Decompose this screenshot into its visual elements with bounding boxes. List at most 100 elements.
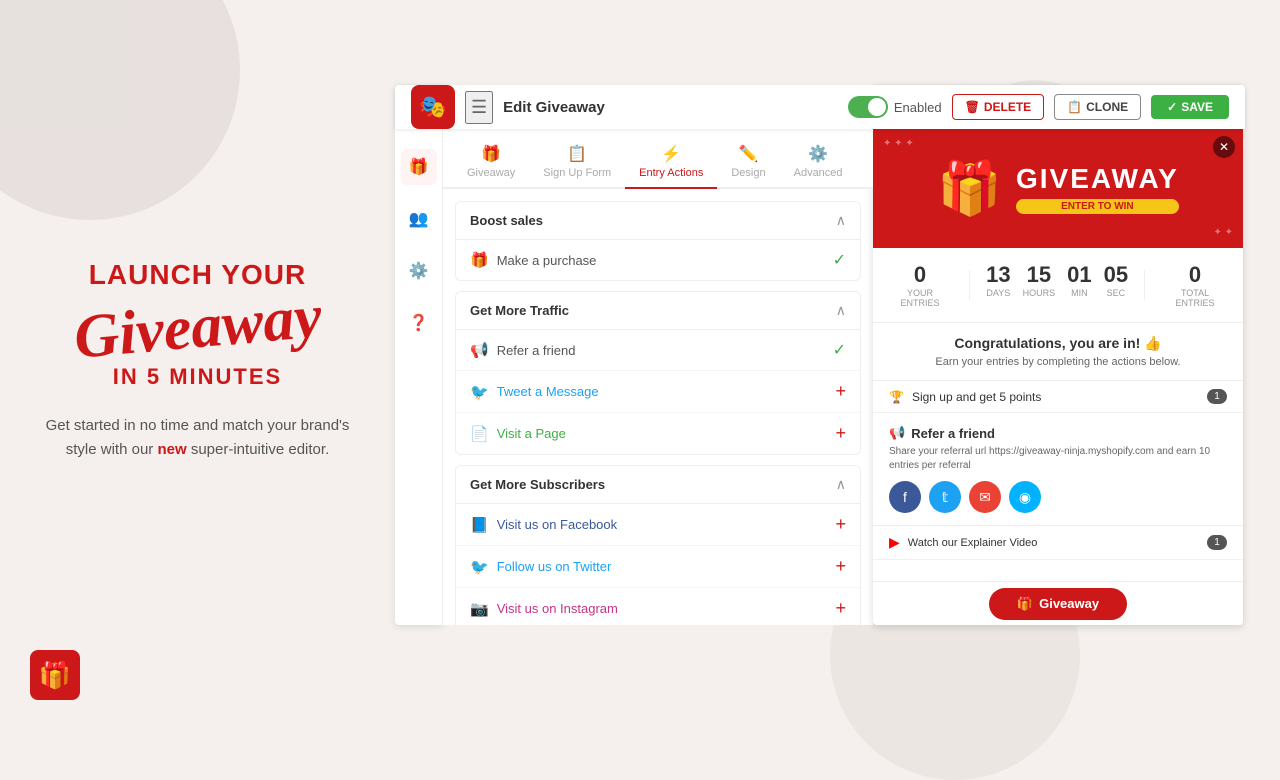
total-entries-num: 0 [1161,262,1229,288]
twitter-follow-icon: 🐦 [470,558,489,576]
copy-icon: 📋 [1067,100,1082,114]
days-label: DAYS [986,288,1010,298]
top-bar-right: Enabled 🗑 DELETE 📋 CLONE ✓ SAVE [848,94,1229,120]
tweet-plus[interactable]: + [835,381,846,402]
total-entries-label: Total entries [1161,288,1229,308]
countdown-row: 0 Your entries 13 DAYS 15 HOURS 01 MIN 0… [873,248,1243,323]
follow-twitter-label: Follow us on Twitter [497,559,612,574]
get-more-traffic-header[interactable]: Get More Traffic ∧ [456,292,860,330]
twitter-plus[interactable]: + [835,556,846,577]
total-entries-item: 0 Total entries [1161,262,1229,308]
list-item: 🎁 Make a purchase ✓ [456,240,860,280]
get-more-subscribers-header[interactable]: Get More Subscribers ∧ [456,466,860,504]
visit-instagram-label: Visit us on Instagram [497,601,618,616]
delete-button[interactable]: 🗑 DELETE [952,94,1045,120]
facebook-icon: 📘 [470,516,489,534]
messenger-share-button[interactable]: ◉ [1009,481,1041,513]
list-item[interactable]: 🐦 Follow us on Twitter + [456,546,860,588]
earn-text: Earn your entries by completing the acti… [889,356,1227,368]
signup-tab-icon: 📋 [567,144,587,164]
sidebar-item-help[interactable]: ❓ [401,305,437,341]
tab-advanced[interactable]: ⚙️ Advanced [780,136,857,187]
days-item: 13 DAYS [986,262,1010,308]
banner-content: 🎁 GIVEAWAY ENTER TO WIN [937,158,1179,219]
help-icon: ❓ [409,313,429,333]
email-share-button[interactable]: ✉ [969,481,1001,513]
tab-signup-form[interactable]: 📋 Sign Up Form [529,136,625,187]
twitter-share-button[interactable]: 𝕥 [929,481,961,513]
divider-2 [1140,262,1149,308]
close-preview-button[interactable]: ✕ [1213,136,1235,158]
sidebar-item-giveaways[interactable]: 🎁 [401,149,437,185]
get-more-traffic-section: Get More Traffic ∧ 📢 Refer a friend ✓ 🐦 … [455,291,861,455]
tab-entry-actions[interactable]: ⚡ Entry Actions [625,136,717,187]
advanced-tab-icon: ⚙️ [808,144,828,164]
facebook-share-button[interactable]: f [889,481,921,513]
giveaway-tab-icon: 🎁 [481,144,501,164]
congrats-text: Congratulations, you are in! 👍 [889,335,1227,352]
page-title: Edit Giveaway [503,99,605,116]
list-item[interactable]: 🏆 Sign up and get 5 points 1 [873,381,1243,413]
preview-scrollable: ✕ 🎁 GIVEAWAY ENTER TO WIN ✦ ✦ ✦ ✦ ✦ 0 Yo… [873,128,1243,560]
signup-tab-label: Sign Up Form [543,167,611,179]
refer-title-text: Refer a friend [911,426,995,441]
make-purchase-item: 🎁 Make a purchase [470,251,596,269]
your-entries-num: 0 [887,262,953,288]
min-item: 01 MIN [1067,262,1091,308]
subscribers-chevron: ∧ [836,476,846,493]
menu-button[interactable]: ☰ [465,91,493,124]
min-num: 01 [1067,262,1091,288]
visit-page-plus[interactable]: + [835,423,846,444]
sidebar-item-participants[interactable]: 👥 [401,201,437,237]
list-item[interactable]: 🐦 Tweet a Message + [456,371,860,413]
hours-label: HOURS [1023,288,1056,298]
entry-tab-icon: ⚡ [661,144,681,164]
clone-button[interactable]: 📋 CLONE [1054,94,1141,120]
visit-page-label: Visit a Page [497,426,566,441]
top-bar: 🎭 ☰ Edit Giveaway Enabled 🗑 DELETE 📋 CLO… [395,85,1245,129]
trash-icon: 🗑 [965,100,980,114]
toggle-label: Enabled [894,100,942,115]
congrats-section: Congratulations, you are in! 👍 Earn your… [873,323,1243,381]
giveaway-bottom-button[interactable]: 🎁 Giveaway [989,588,1127,620]
list-item[interactable]: 📷 Visit us on Instagram + [456,588,860,625]
entry-tab-label: Entry Actions [639,167,703,179]
follow-twitter-item: 🐦 Follow us on Twitter [470,558,611,576]
refer-title: 📢 Refer a friend [889,425,1227,441]
hours-item: 15 HOURS [1023,262,1056,308]
boost-sales-chevron: ∧ [836,212,846,229]
instagram-icon: 📷 [470,600,489,618]
tab-design[interactable]: ✏️ Design [717,136,779,187]
left-panel: LAUNCH YOUR Giveaway IN 5 MINUTES Get st… [0,0,395,720]
tab-giveaway[interactable]: 🎁 Giveaway [453,136,529,187]
boost-sales-header[interactable]: Boost sales ∧ [456,202,860,240]
giveaway-btn-icon: 🎁 [1017,596,1033,612]
social-share-row: f 𝕥 ✉ ◉ [889,481,1227,513]
enabled-toggle[interactable] [848,96,888,118]
list-item: 📢 Refer a friend ✓ [456,330,860,371]
subtitle: Get started in no time and match your br… [40,414,355,462]
advanced-tab-label: Advanced [794,167,843,179]
bottom-logo: 🎁 [30,650,80,700]
tweet-message-label: Tweet a Message [497,384,599,399]
instagram-plus[interactable]: + [835,598,846,619]
min-label: MIN [1067,288,1091,298]
sec-label: SEC [1104,288,1128,298]
facebook-plus[interactable]: + [835,514,846,535]
refer-icon: 📢 [470,341,489,359]
list-item[interactable]: ▶ Watch our Explainer Video 1 [873,526,1243,560]
app-logo: 🎭 [411,85,455,129]
make-purchase-check: ✓ [833,250,846,270]
list-item[interactable]: 📄 Visit a Page + [456,413,860,454]
list-item[interactable]: 📘 Visit us on Facebook + [456,504,860,546]
twitter-icon: 🐦 [470,383,489,401]
star-decoration-2: ✦ ✦ [1213,227,1233,238]
get-more-subscribers-title: Get More Subscribers [470,477,605,492]
sidebar-item-settings[interactable]: ⚙️ [401,253,437,289]
hours-num: 15 [1023,262,1056,288]
refer-section: 📢 Refer a friend Share your referral url… [873,413,1243,526]
save-button[interactable]: ✓ SAVE [1151,95,1229,119]
nav-tabs: 🎁 Giveaway 📋 Sign Up Form ⚡ Entry Action… [443,129,873,189]
giveaway-script-title: Giveaway [72,289,324,366]
design-tab-label: Design [731,167,765,179]
